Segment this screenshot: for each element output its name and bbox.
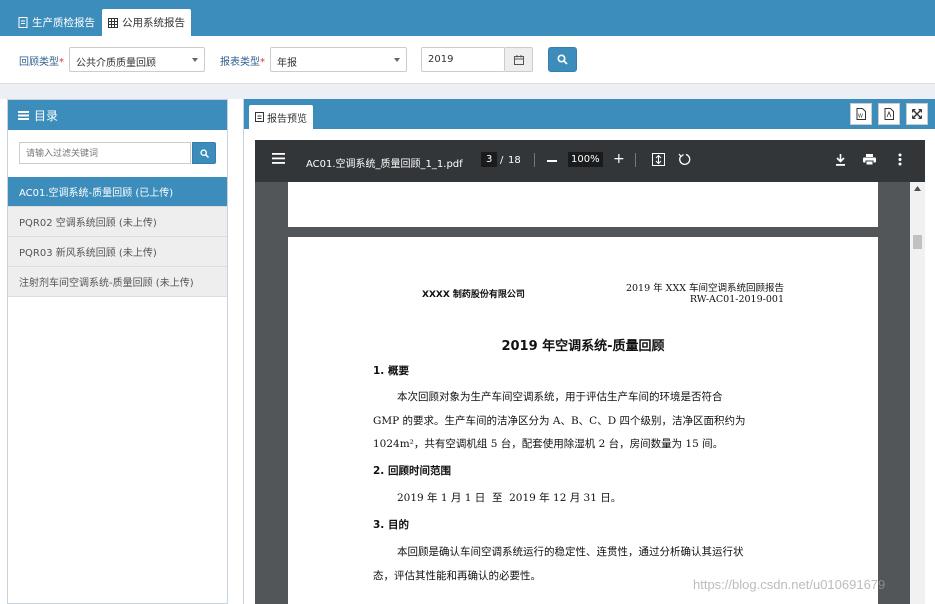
hamburger-menu-icon[interactable] (272, 153, 285, 164)
catalog-title: 目录 (34, 108, 59, 123)
chevron-down-icon (192, 58, 198, 62)
doc-paragraph-line: 1024m²，共有空调机组 5 台，配套使用除湿机 2 台，房间数量为 15 间… (373, 438, 724, 450)
pdf-viewer: AC01.空调系统_质量回顾_1_1.pdf 3 / 18 100% + XXX… (255, 140, 925, 604)
scrollbar-thumb[interactable] (913, 235, 922, 249)
print-icon[interactable] (863, 154, 876, 165)
preview-header: 报告预览 W (244, 99, 935, 129)
document-icon (255, 112, 264, 122)
calendar-button[interactable] (504, 47, 533, 72)
doc-paragraph-line: GMP 的要求。生产车间的洁净区分为 A、B、C、D 四个级别，洁净区面积约为 (373, 415, 746, 427)
tab-utility-report[interactable]: 公用系统报告 (102, 9, 191, 36)
catalog-panel: 目录 AC01.空调系统-质量回顾 (已上传) PQR02 空调系统回顾 (未上… (7, 99, 228, 604)
doc-section-heading: 3. 目的 (373, 519, 409, 531)
list-item[interactable]: 注射剂车间空调系统-质量回顾 (未上传) (8, 267, 227, 297)
pdf-file-icon (884, 108, 894, 120)
list-item-label: PQR03 新风系统回顾 (未上传) (19, 248, 157, 259)
total-pages: 18 (508, 155, 521, 166)
search-icon (199, 148, 209, 158)
search-button[interactable] (548, 47, 577, 72)
pdf-page-previous (288, 182, 878, 227)
review-type-select[interactable]: 公共介质质量回顾 (69, 47, 205, 72)
zoom-level[interactable]: 100% (568, 152, 603, 167)
export-pdf-button[interactable] (878, 103, 900, 125)
list-item-label: PQR02 空调系统回顾 (未上传) (19, 218, 157, 229)
doc-paragraph-line: 2019 年 1 月 1 日 至 2019 年 12 月 31 日。 (397, 492, 622, 504)
tab-label: 生产质检报告 (32, 17, 95, 29)
export-word-button[interactable]: W (850, 103, 872, 125)
word-file-icon: W (856, 108, 866, 120)
list-item[interactable]: PQR02 空调系统回顾 (未上传) (8, 207, 227, 237)
report-type-select[interactable]: 年报 (270, 47, 407, 72)
year-value: 2019 (428, 54, 454, 65)
menu-icon (18, 110, 29, 120)
year-input[interactable]: 2019 (421, 47, 505, 72)
page-separator: / (500, 155, 504, 166)
toolbar-divider (534, 153, 535, 167)
catalog-header: 目录 (8, 100, 227, 130)
svg-text:W: W (858, 114, 863, 120)
doc-section-heading: 2. 回顾时间范围 (373, 465, 451, 477)
pdf-scrollbar[interactable] (910, 182, 925, 604)
search-icon (557, 54, 568, 65)
catalog-list: AC01.空调系统-质量回顾 (已上传) PQR02 空调系统回顾 (未上传) … (8, 177, 227, 297)
doc-paragraph-line: 态，评估其性能和再确认的必要性。 (373, 570, 541, 582)
list-item-label: AC01.空调系统-质量回顾 (已上传) (19, 188, 174, 199)
fullscreen-button[interactable] (906, 103, 928, 125)
report-type-value: 年报 (277, 58, 297, 69)
filter-bar: 回顾类型* 公共介质质量回顾 报表类型* 年报 2019 (0, 36, 935, 84)
doc-title: 2019 年空调系统-质量回顾 (501, 339, 665, 354)
tab-production-report[interactable]: 生产质检报告 (12, 9, 101, 36)
doc-company: XXXX 制药股份有限公司 (422, 290, 525, 300)
more-options-icon[interactable] (898, 153, 902, 166)
list-item-label: 注射剂车间空调系统-质量回顾 (未上传) (19, 278, 194, 289)
doc-section-heading: 1. 概要 (373, 365, 409, 377)
doc-paragraph-line: 本次回顾对象为生产车间空调系统，用于评估生产车间的环境是否符合 (397, 391, 723, 403)
table-icon (108, 17, 118, 28)
preview-tab-label: 报告预览 (267, 113, 307, 125)
document-icon (18, 17, 28, 28)
catalog-search-button[interactable] (192, 142, 216, 164)
report-type-label: 报表类型* (220, 57, 265, 68)
review-type-label: 回顾类型* (19, 57, 64, 68)
calendar-icon (513, 54, 524, 65)
page-number-input[interactable]: 3 (481, 152, 498, 167)
list-item[interactable]: AC01.空调系统-质量回顾 (已上传) (8, 177, 227, 207)
zoom-in-icon[interactable]: + (613, 151, 625, 167)
rotate-icon[interactable] (678, 153, 691, 166)
catalog-filter-input[interactable] (19, 142, 191, 164)
pdf-page-current: XXXX 制药股份有限公司 2019 年 XXX 车间空调系统回顾报告 RW-A… (288, 237, 878, 604)
toolbar-divider (635, 153, 636, 167)
tab-label: 公用系统报告 (122, 17, 185, 29)
review-type-value: 公共介质质量回顾 (76, 58, 156, 69)
download-icon[interactable] (835, 153, 846, 166)
doc-header-title: 2019 年 XXX 车间空调系统回顾报告 (625, 283, 784, 294)
fit-page-icon[interactable] (652, 153, 665, 166)
doc-header-code: RW-AC01-2019-001 (689, 294, 784, 305)
doc-paragraph-line: 本回顾是确认车间空调系统运行的稳定性、连贯性，通过分析确认其运行状 (397, 546, 744, 558)
watermark: https://blog.csdn.net/u010691679 (693, 577, 886, 592)
pdf-filename: AC01.空调系统_质量回顾_1_1.pdf (306, 159, 463, 170)
expand-icon (912, 109, 922, 119)
chevron-down-icon (394, 58, 400, 62)
top-tab-bar: 生产质检报告 公用系统报告 (0, 0, 935, 36)
tab-report-preview[interactable]: 报告预览 (249, 105, 313, 129)
content-gap (0, 84, 935, 99)
pdf-toolbar: AC01.空调系统_质量回顾_1_1.pdf 3 / 18 100% + (255, 140, 925, 182)
scroll-up-arrow-icon[interactable] (914, 186, 921, 191)
list-item[interactable]: PQR03 新风系统回顾 (未上传) (8, 237, 227, 267)
zoom-out-icon[interactable] (547, 160, 557, 162)
